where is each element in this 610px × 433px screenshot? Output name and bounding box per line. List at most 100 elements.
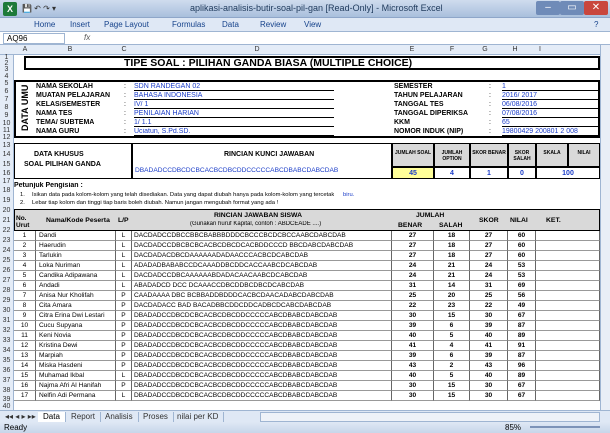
zoom-level[interactable]: 85% (505, 423, 521, 432)
row-salah[interactable]: 6 (434, 351, 470, 361)
row-skor[interactable]: 39 (470, 351, 508, 361)
row-ket[interactable] (536, 391, 600, 401)
row-skor[interactable]: 27 (470, 231, 508, 241)
row-skor[interactable]: 43 (470, 361, 508, 371)
info-value[interactable]: 07/08/2016 (502, 110, 598, 118)
column-header-e[interactable]: E (392, 46, 432, 53)
row-ket[interactable] (536, 351, 600, 361)
row-benar[interactable]: 39 (392, 351, 434, 361)
row-nama[interactable]: Kristina Dewi (36, 341, 116, 351)
tab-data[interactable]: Data (218, 19, 243, 30)
row-nama[interactable]: Nelfin Adi Permana (36, 391, 116, 401)
row-lp[interactable]: P (116, 361, 132, 371)
row-no[interactable]: 5 (14, 271, 36, 281)
row-no[interactable]: 13 (14, 351, 36, 361)
row-nama[interactable]: Haerudin (36, 241, 116, 251)
row-header[interactable]: 35 (0, 356, 14, 366)
row-jawaban[interactable]: CAADAAAA DBC BCBBADDBDDDCACBCDAACADABCDA… (132, 291, 392, 301)
row-jawaban[interactable]: DBADADCCDBCDCBCACBCDBCDDCCCCCABCDBABCDAB… (132, 311, 392, 321)
row-salah[interactable]: 15 (434, 381, 470, 391)
row-nama[interactable]: Muhamad Ikbal (36, 371, 116, 381)
row-ket[interactable] (536, 281, 600, 291)
row-nilai[interactable]: 67 (508, 381, 536, 391)
sheet-tab-nilai-per-kd[interactable]: nilai per KD (172, 412, 225, 422)
row-ket[interactable] (536, 311, 600, 321)
row-nilai[interactable]: 49 (508, 301, 536, 311)
row-header[interactable]: 30 (0, 306, 14, 316)
row-header[interactable]: 17 (0, 178, 14, 186)
row-lp[interactable]: L (116, 281, 132, 291)
column-header-c[interactable]: C (118, 46, 130, 53)
row-lp[interactable]: P (116, 311, 132, 321)
row-no[interactable]: 17 (14, 391, 36, 401)
row-lp[interactable]: P (116, 331, 132, 341)
row-nilai[interactable]: 89 (508, 371, 536, 381)
row-no[interactable]: 14 (14, 361, 36, 371)
column-header-g[interactable]: G (470, 46, 500, 53)
table-row[interactable]: 15 Muhamad Ikbal L DBADADCCDBCDCBCACBCDBCDD… (14, 371, 600, 381)
row-skor[interactable]: 31 (470, 281, 508, 291)
row-nilai[interactable]: 96 (508, 361, 536, 371)
minimize-button[interactable]: – (536, 1, 560, 15)
row-jawaban[interactable]: DBADADCCDBCDCBCACBCDBCDDCCCCCABCDBABCDAB… (132, 391, 392, 401)
row-benar[interactable]: 30 (392, 311, 434, 321)
row-no[interactable]: 6 (14, 281, 36, 291)
row-jawaban[interactable]: DBADADCCDBCDCBCACBCDBCDDCCCCCABCDBABCDAB… (132, 361, 392, 371)
row-salah[interactable]: 14 (434, 281, 470, 291)
row-salah[interactable]: 18 (434, 231, 470, 241)
row-no[interactable]: 12 (14, 341, 36, 351)
table-row[interactable]: 2 Haerudin L DACDADCCDBCBCBCACBCDBCDCACBDDC… (14, 241, 600, 251)
row-jawaban[interactable]: DACDADCCDBCAAAAAABDADACAACAABCDCABCDAB (132, 271, 392, 281)
stat-value[interactable]: 1 (470, 167, 508, 179)
row-header[interactable]: 13 (0, 142, 14, 150)
row-header[interactable]: 20 (0, 206, 14, 216)
row-lp[interactable]: P (116, 341, 132, 351)
table-row[interactable]: 1 Dandi L DACDADCCDBCCBBCBABBBDDDCBCCCBCDCB… (14, 231, 600, 241)
row-nilai[interactable]: 87 (508, 321, 536, 331)
row-header[interactable]: 31 (0, 316, 14, 326)
stat-value[interactable]: 4 (434, 167, 470, 179)
row-ket[interactable] (536, 261, 600, 271)
row-salah[interactable]: 18 (434, 241, 470, 251)
row-salah[interactable]: 5 (434, 331, 470, 341)
row-ket[interactable] (536, 231, 600, 241)
row-header[interactable]: 19 (0, 196, 14, 206)
row-ket[interactable] (536, 241, 600, 251)
row-jawaban[interactable]: DBADADCCDBCDCBCACBCDBCDDCCCCCABCDBABCDAB… (132, 331, 392, 341)
row-header[interactable]: 28 (0, 286, 14, 296)
row-header[interactable]: 8 (0, 104, 14, 112)
row-skor[interactable]: 30 (470, 391, 508, 401)
info-value[interactable]: 19800429 200801 2 008 (502, 128, 598, 136)
excel-app-icon[interactable]: X (3, 2, 17, 16)
row-nilai[interactable]: 60 (508, 231, 536, 241)
row-jawaban[interactable]: DACDADACDBCDAAAAAADADAACCCACBCDCABCDAB (132, 251, 392, 261)
row-ket[interactable] (536, 321, 600, 331)
row-no[interactable]: 7 (14, 291, 36, 301)
column-header-f[interactable]: F (432, 46, 472, 53)
row-header[interactable]: 5 (0, 80, 14, 88)
row-nilai[interactable]: 53 (508, 271, 536, 281)
tab-review[interactable]: Review (256, 19, 290, 30)
row-jawaban[interactable]: ADADADBABABCCDCAAADDBCDDCACCAABCDCABCDAB (132, 261, 392, 271)
info-value[interactable]: 2016/ 2017 (502, 92, 598, 100)
row-nama[interactable]: Loka Nuriman (36, 261, 116, 271)
table-row[interactable]: 16 Najma Afri Al Hanifah P DBADADCCDBCDCBCA… (14, 381, 600, 391)
row-lp[interactable]: P (116, 321, 132, 331)
info-value[interactable]: Uciatun, S.Pd.SD. (134, 128, 334, 136)
table-row[interactable]: 5 Candika Adipawana L DACDADCCDBCAAAAAABDAD… (14, 271, 600, 281)
info-value[interactable]: 65 (502, 119, 598, 127)
row-nilai[interactable]: 67 (508, 391, 536, 401)
row-ket[interactable] (536, 251, 600, 261)
row-skor[interactable]: 39 (470, 321, 508, 331)
row-ket[interactable] (536, 341, 600, 351)
row-skor[interactable]: 30 (470, 311, 508, 321)
row-nama[interactable]: Dandi (36, 231, 116, 241)
row-benar[interactable]: 22 (392, 301, 434, 311)
row-nama[interactable]: Cita Amara (36, 301, 116, 311)
row-nilai[interactable]: 69 (508, 281, 536, 291)
tab-home[interactable]: Home (30, 19, 59, 30)
info-value[interactable]: SDN RANDEGAN 02 (134, 83, 334, 91)
row-header[interactable]: 18 (0, 186, 14, 196)
sheet-nav-arrows[interactable]: ◂◂ ◂ ▸ ▸▸ (0, 412, 41, 422)
kunci-jawaban[interactable]: DBADADCCDBCDCBCACBCDBCDDCCCCCABCDBABCDAB… (135, 167, 390, 174)
